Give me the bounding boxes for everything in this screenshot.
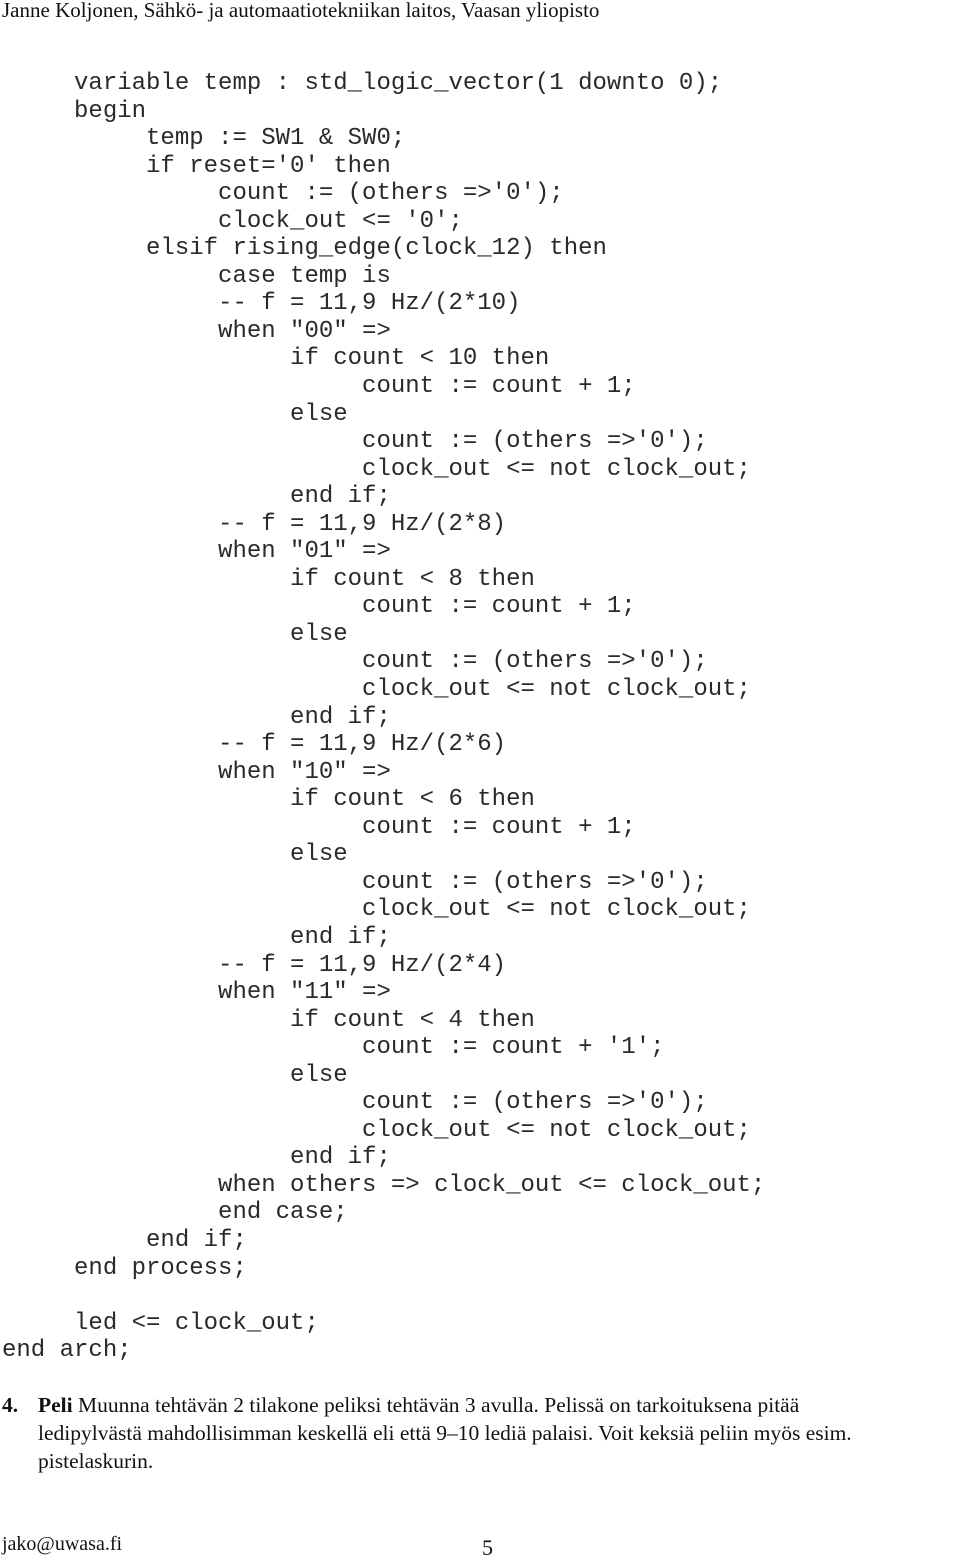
code-line: when "11" => [2,979,391,1007]
code-line: end if; [2,483,391,511]
code-line: -- f = 11,9 Hz/(2*10) [2,290,521,318]
code-line: count := (others =>'0'); [2,180,564,208]
task-text-line-3: pistelaskurin. [38,1449,154,1473]
code-line: when "00" => [2,317,391,345]
code-line: -- f = 11,9 Hz/(2*4) [2,951,507,979]
code-line: begin [2,97,147,125]
code-line: when others => clock_out <= clock_out; [2,1171,766,1199]
code-line: led <= clock_out; [2,1309,319,1337]
footer-email: jako@uwasa.fi [2,1533,123,1555]
code-line: count := (others =>'0'); [2,428,708,456]
code-line: if reset='0' then [2,152,391,180]
code-line: clock_out <= not clock_out; [2,896,751,924]
code-line: elsif rising_edge(clock_12) then [2,235,607,263]
task-number: 4. [2,1393,19,1417]
code-line: else [2,400,348,428]
task-4: 4. Peli Muunna tehtävän 2 tilakone peliks… [2,1391,960,1475]
code-line: else [2,1061,348,1089]
code-line: count := (others =>'0'); [2,1089,708,1117]
code-line: count := count + 1; [2,813,636,841]
code-line: if count < 4 then [2,1006,535,1034]
code-line: clock_out <= not clock_out; [2,455,751,483]
code-line: else [2,841,348,869]
task-text-line-2: ledipylvästä mahdollisimman keskellä eli… [38,1421,852,1445]
code-line: count := (others =>'0'); [2,868,708,896]
code-line: end case; [2,1199,348,1227]
code-line: count := count + '1'; [2,1034,665,1062]
code-line: end process; [2,1254,247,1282]
code-line: end if; [2,923,391,951]
task-text-line-1: Muunna tehtävän 2 tilakone peliksi tehtä… [72,1393,800,1417]
code-line: end if; [2,1144,391,1172]
code-line: -- f = 11,9 Hz/(2*6) [2,731,507,759]
code-line: else [2,620,348,648]
code-line: -- f = 11,9 Hz/(2*8) [2,510,507,538]
code-line: case temp is [2,262,391,290]
code-line: count := count + 1; [2,373,636,401]
code-line: temp := SW1 & SW0; [2,125,406,153]
code-line: end if; [2,1226,247,1254]
page-number: 5 [482,1535,493,1560]
code-line: when "01" => [2,538,391,566]
vhdl-code-listing: variable temp : std_logic_vector(1 downt… [2,70,765,1365]
code-line: if count < 6 then [2,786,535,814]
code-line: clock_out <= '0'; [2,207,463,235]
code-line: end arch; [2,1337,132,1365]
code-line: count := count + 1; [2,593,636,621]
code-line: if count < 10 then [2,345,550,373]
code-line: count := (others =>'0'); [2,648,708,676]
code-line: variable temp : std_logic_vector(1 downt… [2,70,723,97]
task-title: Peli [38,1393,73,1417]
code-line: clock_out <= not clock_out; [2,1116,751,1144]
code-line: if count < 8 then [2,565,535,593]
code-line: when "10" => [2,758,391,786]
code-line: clock_out <= not clock_out; [2,676,751,704]
page-header: Janne Koljonen, Sähkö- ja automaatiotekn… [2,0,600,22]
code-line: end if; [2,703,391,731]
